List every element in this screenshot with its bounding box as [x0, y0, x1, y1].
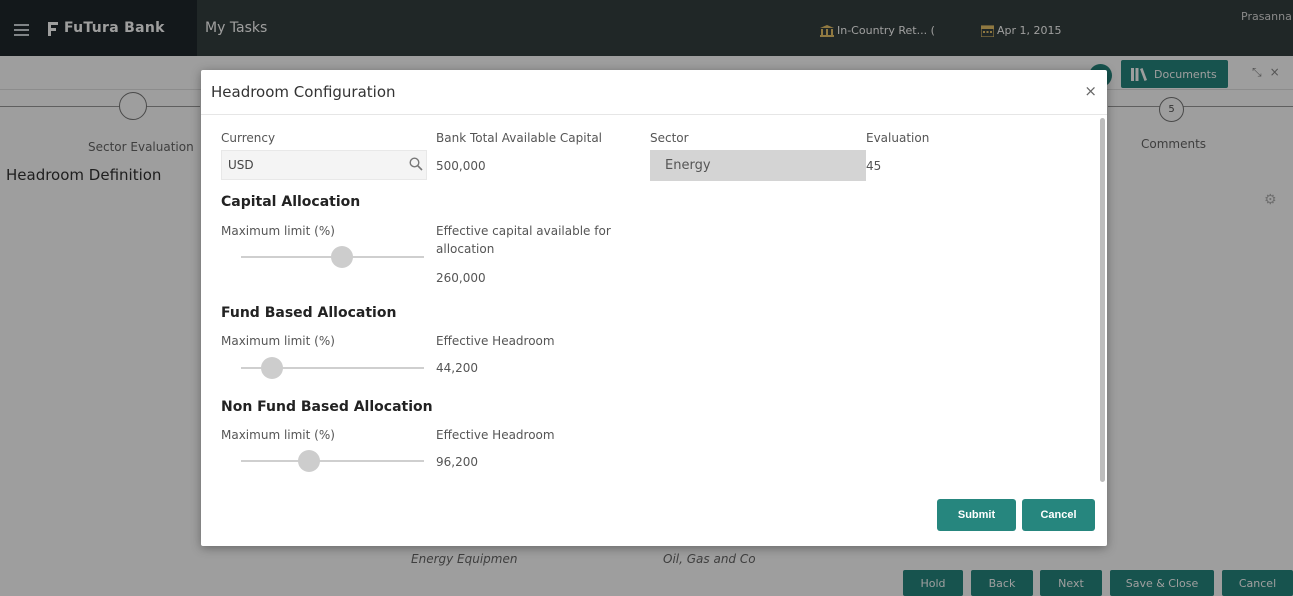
slider-thumb[interactable] — [261, 357, 284, 379]
fund-based-heading: Fund Based Allocation — [221, 305, 397, 321]
fund-max-limit-slider[interactable] — [231, 357, 424, 379]
submit-button[interactable]: Submit — [937, 499, 1016, 531]
slider-thumb[interactable] — [297, 450, 320, 472]
dialog-scrollbar[interactable] — [1100, 118, 1105, 482]
headroom-configuration-dialog: Headroom Configuration × Currency USD Ba… — [201, 70, 1107, 546]
fund-max-limit-label: Maximum limit (%) — [221, 334, 335, 348]
cancel-button[interactable]: Cancel — [1022, 499, 1095, 531]
effective-capital-label-line1: Effective capital available for — [436, 224, 611, 238]
effective-capital-label-line2: allocation — [436, 242, 495, 256]
currency-input[interactable]: USD — [221, 150, 427, 180]
non-fund-max-limit-slider[interactable] — [231, 450, 424, 472]
fund-effective-headroom-label: Effective Headroom — [436, 334, 555, 348]
slider-track — [241, 460, 424, 462]
fund-effective-headroom-value: 44,200 — [436, 361, 478, 375]
non-fund-based-heading: Non Fund Based Allocation — [221, 399, 433, 415]
non-fund-effective-headroom-value: 96,200 — [436, 455, 478, 469]
capital-max-limit-label: Maximum limit (%) — [221, 224, 335, 238]
dialog-header: Headroom Configuration × — [201, 70, 1107, 115]
evaluation-label: Evaluation — [866, 131, 930, 145]
sector-field: Energy — [650, 150, 866, 181]
effective-capital-value: 260,000 — [436, 271, 486, 285]
currency-label: Currency — [221, 131, 276, 145]
search-icon[interactable] — [409, 157, 423, 171]
capital-max-limit-slider[interactable] — [231, 246, 424, 268]
sector-label: Sector — [650, 131, 689, 145]
evaluation-value: 45 — [866, 159, 882, 173]
non-fund-max-limit-label: Maximum limit (%) — [221, 428, 335, 442]
bank-capital-label: Bank Total Available Capital — [436, 131, 603, 145]
bank-capital-value: 500,000 — [436, 159, 486, 173]
non-fund-effective-headroom-label: Effective Headroom — [436, 428, 555, 442]
slider-thumb[interactable] — [330, 246, 353, 268]
close-icon[interactable]: × — [1084, 82, 1097, 100]
capital-allocation-heading: Capital Allocation — [221, 194, 361, 210]
dialog-title: Headroom Configuration — [211, 83, 396, 101]
